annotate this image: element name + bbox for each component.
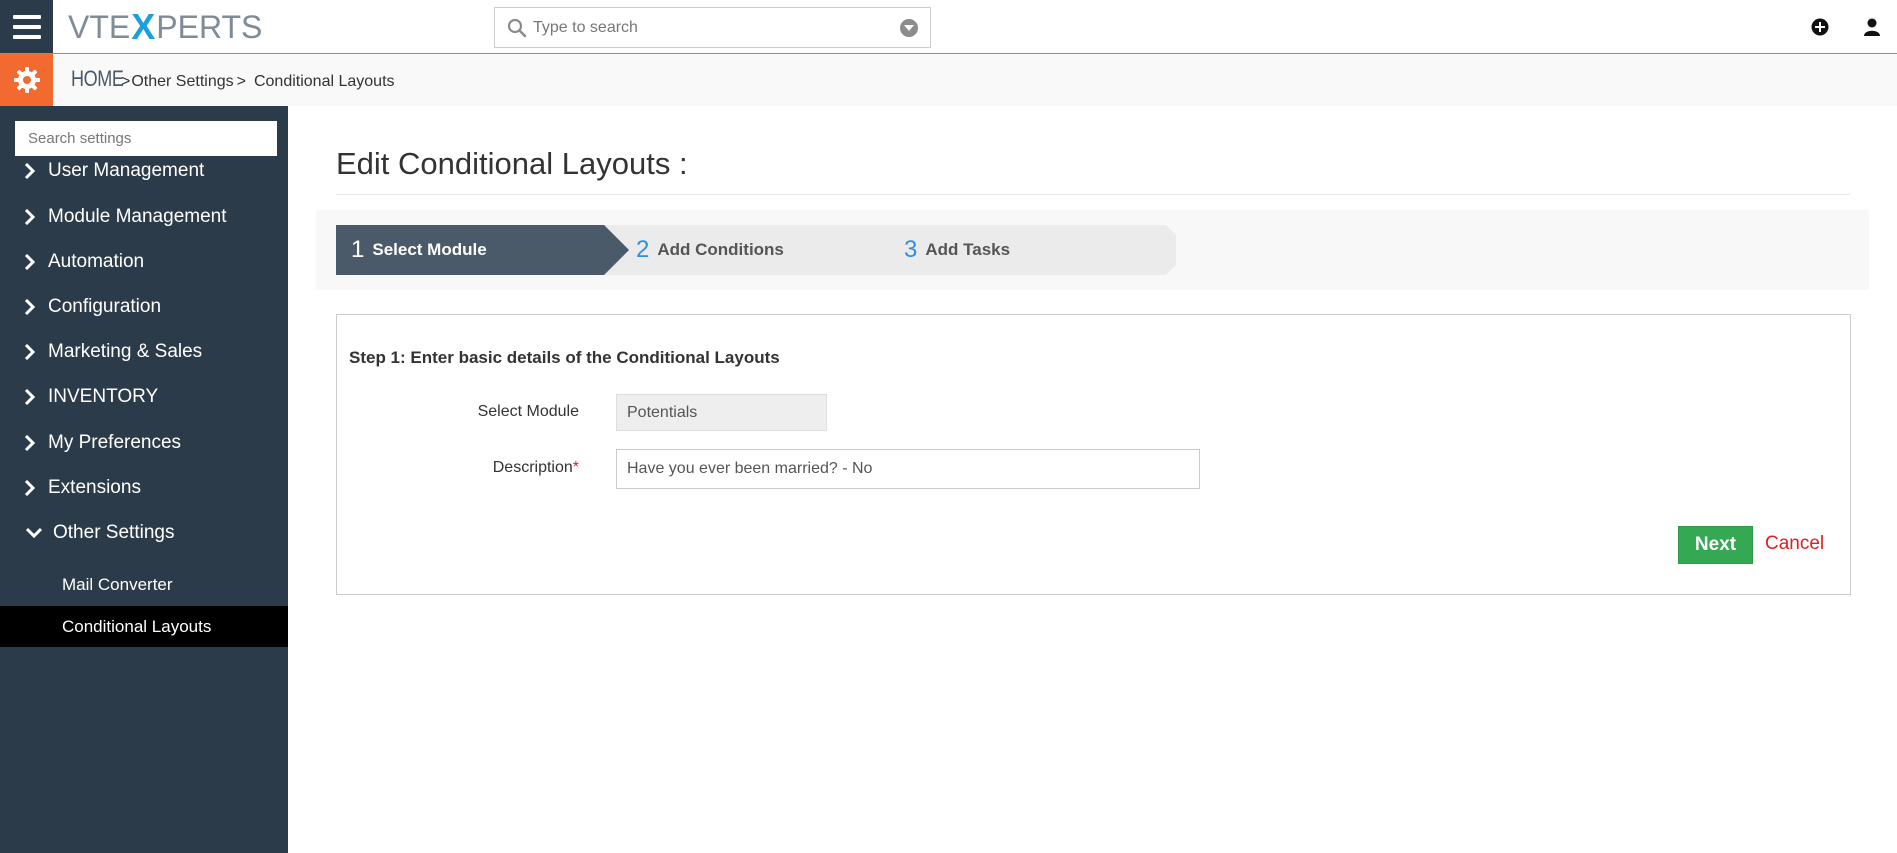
- search-icon: [507, 18, 527, 38]
- chevron-right-icon: [0, 480, 48, 496]
- sidebar-item-my-preferences[interactable]: My Preferences: [0, 423, 288, 463]
- wizard-step-select-module: 1 Select Module: [351, 225, 487, 275]
- next-button[interactable]: Next: [1678, 526, 1753, 564]
- chevron-down-icon: [0, 527, 53, 539]
- sidebar-item-label: User Management: [48, 160, 205, 181]
- breadcrumb-bar: HOME > Other Settings > Conditional Layo…: [0, 54, 1897, 106]
- sidebar-item-module-management[interactable]: Module Management: [0, 197, 288, 237]
- logo-text-x: X: [131, 6, 156, 47]
- sidebar-item-label: Module Management: [48, 206, 227, 227]
- chevron-right-icon: [0, 254, 48, 270]
- sidebar-item-other-settings[interactable]: Other Settings: [0, 513, 288, 553]
- hamburger-menu-icon[interactable]: [0, 0, 53, 53]
- cancel-link[interactable]: Cancel: [1765, 533, 1824, 555]
- chevron-right-icon: [0, 435, 48, 451]
- global-search-input[interactable]: [527, 8, 900, 47]
- breadcrumb-home[interactable]: HOME: [71, 66, 124, 92]
- sidebar-subitem-label: Conditional Layouts: [62, 616, 212, 636]
- step-label: Add Tasks: [925, 240, 1011, 259]
- chevron-right-icon: [0, 389, 48, 405]
- sidebar-item-label: My Preferences: [48, 432, 182, 453]
- step-label: Add Conditions: [657, 240, 784, 259]
- sidebar-item-label: Other Settings: [53, 522, 175, 543]
- title-divider: [336, 194, 1850, 195]
- sidebar-item-extensions[interactable]: Extensions: [0, 468, 288, 508]
- top-navbar: VTE X PERTS: [0, 0, 1897, 54]
- sidebar-item-label: Extensions: [48, 477, 141, 498]
- breadcrumb-conditional-layouts: Conditional Layouts: [253, 73, 395, 90]
- logo-text-left: VTE: [68, 8, 131, 45]
- global-search: [494, 7, 931, 48]
- wizard-step-add-conditions: 2 Add Conditions: [636, 225, 784, 275]
- step-label: Select Module: [372, 240, 487, 259]
- description-label: Description*: [379, 459, 579, 477]
- wizard-step-add-tasks: 3 Add Tasks: [904, 225, 1010, 275]
- page-title: Edit Conditional Layouts :: [336, 146, 688, 181]
- sidebar-subitem-mail-converter[interactable]: Mail Converter: [0, 564, 288, 605]
- wizard-steps: 1 Select Module 2 Add Conditions 3 Add T…: [316, 210, 1869, 290]
- sidebar-subitem-conditional-layouts[interactable]: Conditional Layouts: [0, 606, 288, 647]
- search-dropdown-icon[interactable]: [900, 18, 918, 37]
- select-module-label: Select Module: [477, 403, 579, 420]
- breadcrumb-separator: >: [236, 73, 246, 90]
- settings-gear-icon[interactable]: [0, 54, 53, 106]
- sidebar-item-inventory[interactable]: INVENTORY: [0, 377, 288, 417]
- chevron-right-icon: [0, 209, 48, 225]
- step-number: 1: [351, 236, 365, 263]
- sidebar-item-user-management[interactable]: User Management: [0, 151, 288, 191]
- sidebar-item-configuration[interactable]: Configuration: [0, 287, 288, 327]
- required-asterisk: *: [572, 459, 579, 476]
- sidebar-subitem-label: Mail Converter: [62, 574, 173, 594]
- select-module-value: Potentials: [627, 403, 698, 421]
- sidebar-item-automation[interactable]: Automation: [0, 242, 288, 282]
- description-input[interactable]: [616, 449, 1200, 489]
- logo-text-right: PERTS: [156, 8, 263, 45]
- vtexperts-logo[interactable]: VTE X PERTS: [68, 6, 263, 47]
- breadcrumb-other-settings[interactable]: Other Settings: [131, 73, 233, 91]
- sidebar-item-label: Configuration: [48, 296, 162, 317]
- sidebar-item-label: Automation: [48, 251, 145, 272]
- user-profile-icon[interactable]: [1862, 17, 1882, 37]
- form-heading: Step 1: Enter basic details of the Condi…: [349, 348, 780, 367]
- chevron-right-icon: [0, 163, 48, 179]
- step-number: 3: [904, 236, 918, 263]
- sidebar-item-label: Marketing & Sales: [48, 341, 203, 362]
- settings-sidebar: User Management Module Management Automa…: [0, 106, 288, 853]
- sidebar-item-label: INVENTORY: [48, 386, 159, 407]
- step-number: 2: [636, 236, 650, 263]
- chevron-right-icon: [0, 299, 48, 315]
- add-circle-icon[interactable]: [1810, 17, 1830, 37]
- select-module-field: Potentials: [616, 394, 827, 431]
- step1-form-panel: Step 1: Enter basic details of the Condi…: [336, 314, 1851, 595]
- chevron-right-icon: [0, 344, 48, 360]
- sidebar-item-marketing-sales[interactable]: Marketing & Sales: [0, 332, 288, 372]
- description-label-text: Description: [492, 459, 573, 476]
- breadcrumb: HOME > Other Settings > Conditional Layo…: [71, 66, 395, 92]
